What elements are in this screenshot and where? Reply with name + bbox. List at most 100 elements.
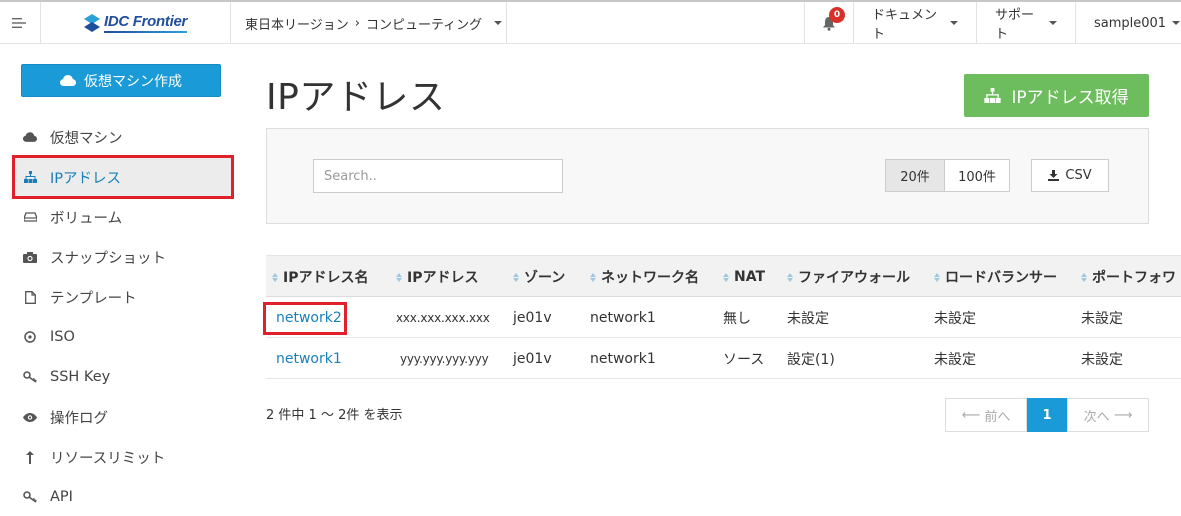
download-icon: [1048, 170, 1060, 181]
camera-icon: [23, 251, 37, 263]
sidebar-item-volume[interactable]: ボリューム: [12, 197, 234, 237]
page-size-100-button[interactable]: 100件: [944, 159, 1010, 192]
sidebar-item-template[interactable]: テンプレート: [12, 277, 234, 317]
network-name-cell: network1: [590, 309, 656, 326]
sidebar-item-vm[interactable]: 仮想マシン: [12, 117, 234, 157]
get-ip-address-label: IPアドレス取得: [1011, 88, 1129, 108]
documents-menu[interactable]: ドキュメント: [854, 2, 977, 44]
sidebar-item-label: スナップショット: [50, 250, 166, 267]
sidebar-item-ip-address[interactable]: IPアドレス: [12, 155, 234, 199]
page-size-20-button[interactable]: 20件: [885, 159, 945, 192]
sort-icon: [513, 272, 519, 282]
sort-icon: [272, 272, 278, 282]
sidebar-item-label: IPアドレス: [50, 170, 122, 187]
idcf-logo-icon: [83, 14, 100, 32]
sidebar-item-label: 仮想マシン: [50, 130, 123, 147]
search-input[interactable]: [313, 159, 563, 193]
sidebar-item-label: 操作ログ: [50, 410, 108, 427]
pagination-page-1[interactable]: 1: [1027, 398, 1067, 432]
sort-icon: [787, 272, 793, 282]
pagination-next-button[interactable]: 次へ ⟶: [1067, 398, 1149, 432]
zone-cell: je01v: [513, 350, 552, 367]
network-name-cell: network1: [590, 350, 656, 367]
next-label: 次へ: [1083, 409, 1110, 425]
documents-label: ドキュメント: [872, 8, 938, 42]
pagination-prev-button[interactable]: ⟵ 前へ: [945, 398, 1027, 432]
chevron-down-icon: [1172, 21, 1181, 25]
chevron-down-icon: [950, 21, 958, 25]
support-label: サポート: [995, 8, 1035, 42]
prev-label: 前へ: [984, 409, 1011, 425]
sidebar: 仮想マシン作成 仮想マシン IPアドレス ボリューム スナップショット テンプレ…: [0, 44, 240, 516]
ip-address-cell: xxx.xxx.xxx.xxx: [396, 310, 490, 325]
ip-address-table: IPアドレス名 IPアドレス ゾーン ネットワーク名 NAT ファイアウォール …: [263, 255, 1181, 379]
logo-text: IDC Frontier: [103, 13, 188, 30]
column-header-port-forward[interactable]: ポートフォワ: [1081, 256, 1176, 298]
sidebar-item-snapshot[interactable]: スナップショット: [12, 237, 234, 277]
sidebar-item-api[interactable]: API: [12, 477, 234, 516]
chevron-down-icon: [1049, 21, 1057, 25]
arrow-left-icon: ⟵: [961, 407, 981, 423]
table-row: network2 xxx.xxx.xxx.xxx je01v network1 …: [263, 297, 1181, 338]
cloud-icon: [60, 75, 76, 86]
load-balancer-cell: 未設定: [934, 310, 976, 327]
drive-icon: [23, 212, 37, 222]
firewall-cell: 未設定: [787, 310, 829, 327]
ip-address-cell: yyy.yyy.yyy.yyy: [400, 351, 489, 366]
sort-icon: [723, 272, 729, 282]
notifications-button[interactable]: 0: [805, 2, 854, 44]
firewall-cell: 設定(1): [787, 351, 835, 368]
user-menu[interactable]: sample001: [1076, 2, 1181, 44]
filter-toolbar: 20件 100件 CSV: [266, 128, 1149, 224]
sidebar-item-label: ISO: [50, 329, 75, 345]
column-header-load-balancer[interactable]: ロードバランサー: [934, 256, 1057, 298]
chevron-down-icon: [494, 21, 503, 25]
column-header-nat[interactable]: NAT: [723, 256, 765, 298]
create-vm-button[interactable]: 仮想マシン作成: [21, 64, 221, 97]
sidebar-item-label: ボリューム: [50, 210, 123, 227]
port-forward-cell: 未設定: [1081, 351, 1123, 368]
region-selector[interactable]: 東日本リージョン › コンピューティング: [231, 2, 507, 44]
sidebar-item-label: リソースリミット: [50, 450, 166, 467]
logo[interactable]: IDC Frontier: [41, 2, 231, 44]
region-label: 東日本リージョン: [245, 17, 349, 33]
ip-name-link[interactable]: network2: [276, 297, 342, 338]
sitemap-icon: [23, 171, 37, 183]
key-icon: [23, 371, 37, 383]
column-header-firewall[interactable]: ファイアウォール: [787, 256, 910, 298]
disc-icon: [24, 331, 36, 343]
breadcrumb-separator: ›: [354, 15, 360, 31]
load-balancer-cell: 未設定: [934, 351, 976, 368]
arrow-right-icon: ⟶: [1113, 407, 1133, 423]
csv-download-button[interactable]: CSV: [1031, 159, 1109, 192]
key-icon: [23, 491, 37, 503]
ip-name-link[interactable]: network1: [276, 338, 342, 379]
sidebar-item-label: API: [50, 489, 73, 505]
user-label: sample001: [1094, 15, 1167, 31]
sort-icon: [396, 272, 402, 282]
sidebar-item-operation-log[interactable]: 操作ログ: [12, 397, 234, 437]
sort-icon: [934, 272, 940, 282]
hamburger-icon: [12, 18, 26, 28]
sidebar-item-label: SSH Key: [50, 369, 111, 385]
eye-icon: [23, 412, 37, 422]
support-menu[interactable]: サポート: [977, 2, 1076, 44]
table-header: IPアドレス名 IPアドレス ゾーン ネットワーク名 NAT ファイアウォール …: [266, 255, 1181, 297]
csv-label: CSV: [1065, 168, 1092, 183]
column-header-network-name[interactable]: ネットワーク名: [590, 256, 699, 298]
get-ip-address-button[interactable]: IPアドレス取得: [964, 74, 1149, 117]
cloud-icon: [23, 132, 37, 142]
sidebar-item-iso[interactable]: ISO: [12, 317, 234, 357]
menu-toggle-button[interactable]: [0, 2, 41, 44]
create-vm-label: 仮想マシン作成: [84, 73, 182, 90]
column-header-ip-address[interactable]: IPアドレス: [396, 256, 478, 298]
column-header-ip-name[interactable]: IPアドレス名: [272, 256, 368, 298]
pagination-summary: 2 件中 1 〜 2件 を表示: [266, 408, 403, 423]
sort-icon: [1081, 272, 1087, 282]
sidebar-item-ssh-key[interactable]: SSH Key: [12, 357, 234, 397]
page-title: IPアドレス: [266, 77, 446, 118]
sidebar-item-resource-limit[interactable]: リソースリミット: [12, 437, 234, 477]
column-header-zone[interactable]: ゾーン: [513, 256, 565, 298]
top-header: IDC Frontier 東日本リージョン › コンピューティング 0 ドキュメ…: [0, 0, 1181, 44]
nat-cell: 無し: [723, 310, 751, 327]
